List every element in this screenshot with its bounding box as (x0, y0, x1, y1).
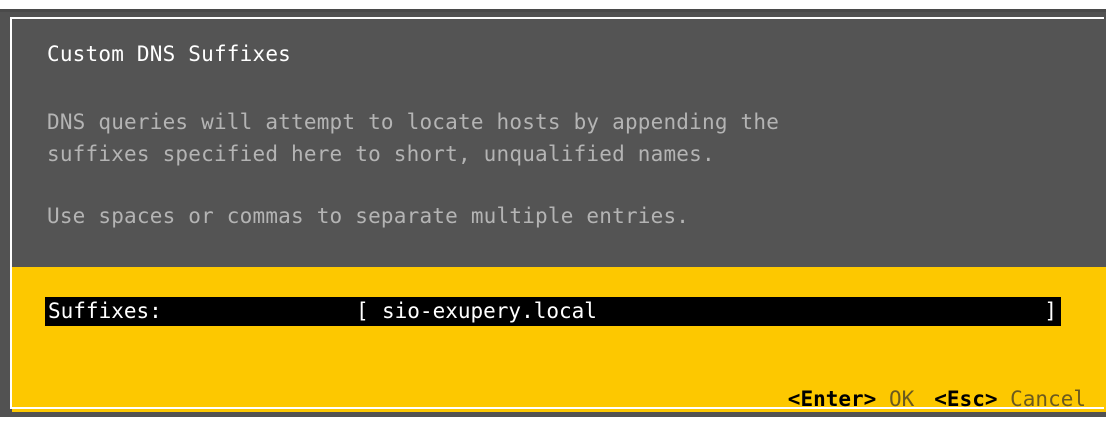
field-bracket-open: [ (356, 299, 369, 323)
suffixes-input-row[interactable]: Suffixes: [ sio-exupery.local ] (45, 297, 1061, 326)
enter-key-hint: <Enter> (787, 387, 877, 411)
ok-action[interactable]: <Enter> OK (788, 387, 914, 411)
ok-label: OK (888, 387, 915, 411)
suffixes-label: Suffixes: (48, 299, 162, 323)
separator-hint: Use spaces or commas to separate multipl… (47, 204, 690, 228)
dialog-title: Custom DNS Suffixes (47, 42, 292, 66)
field-bracket-close: ] (1044, 299, 1057, 323)
esc-key-hint: <Esc> (934, 387, 998, 411)
description-line-2: suffixes specified here to short, unqual… (47, 142, 715, 166)
dialog-actions: <Enter> OK <Esc> Cancel (763, 363, 1086, 411)
suffixes-input[interactable]: sio-exupery.local (382, 297, 597, 326)
cancel-label: Cancel (1010, 387, 1086, 411)
cancel-action[interactable]: <Esc> Cancel (934, 387, 1086, 411)
description-line-1: DNS queries will attempt to locate hosts… (47, 110, 780, 134)
